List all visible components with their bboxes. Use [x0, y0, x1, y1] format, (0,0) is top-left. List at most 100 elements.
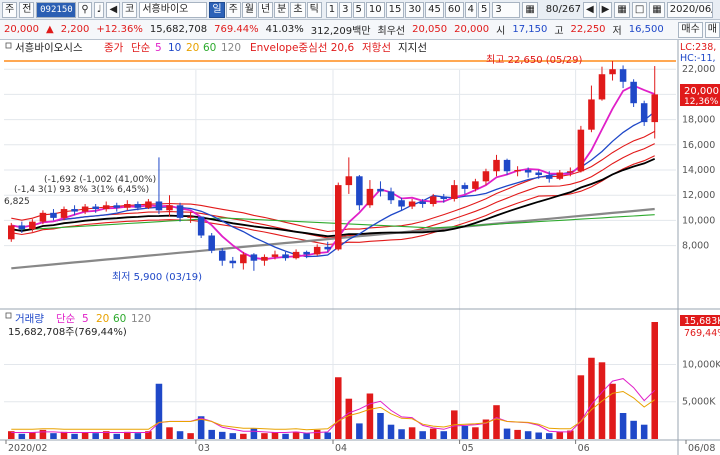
minute-tab-5[interactable]: 30 [405, 1, 425, 18]
volume-bar-31 [335, 377, 342, 439]
stock-code-input[interactable]: 092150 [36, 1, 77, 18]
volume-bar-3 [39, 429, 47, 439]
left-annotation-1: (-1,692 (-1,002 (41,00%) [44, 175, 156, 185]
minute-tab-0[interactable]: 1 [325, 1, 339, 18]
minute-tab-6[interactable]: 45 [425, 1, 444, 18]
volume-bar-35 [377, 413, 384, 439]
left-annotation-3: 6,825 [4, 197, 30, 207]
candle-body-60 [640, 103, 648, 123]
left-annotation-2: (-1,4 3(1) 93 8% 3(1% 6,45%) [14, 185, 149, 195]
date-tick-4: 06 [578, 443, 590, 454]
candle-body-35 [377, 188, 384, 192]
minute-tab-1[interactable]: 3 [339, 1, 352, 18]
price-tick-4: 14,000 [682, 165, 715, 176]
current-price: 20,000 [4, 24, 39, 35]
minute-tab-4[interactable]: 15 [385, 1, 405, 18]
chart-type-icon[interactable]: ▦ [522, 1, 538, 18]
volume-bar-50 [535, 432, 542, 439]
candle-body-20 [218, 250, 226, 261]
candle-body-38 [408, 201, 416, 207]
last-volume-pct: 769,44% [684, 328, 720, 339]
period-tab-6[interactable]: 틱 [306, 1, 322, 18]
candle-body-34 [366, 188, 374, 206]
scroll-right-icon[interactable]: ▶ [598, 1, 613, 18]
stock-chart[interactable]: 서흥바이오시스 종가 단순 5 10 20 60 120 Envelope중심선… [0, 40, 720, 455]
period-tab-3[interactable]: 년 [257, 1, 274, 18]
volume-legend-ma120: 120 [131, 313, 151, 325]
price-change: 2,200 [60, 24, 90, 35]
candle-body-58 [619, 69, 627, 82]
volume-legend-ma5: 5 [82, 313, 89, 325]
price-tick-3: 16,000 [682, 140, 715, 151]
legend-price-label: 종가 [104, 42, 124, 54]
volume-legend-value: 15,682,708주(769,44%) [8, 327, 127, 338]
volume-bar-58 [619, 413, 627, 439]
candle-body-48 [514, 169, 521, 172]
candle-body-21 [229, 260, 237, 264]
view-select[interactable]: 전 [19, 1, 35, 18]
minute-tab-9[interactable]: 5 [477, 1, 491, 18]
volume-bar-1 [18, 433, 26, 439]
speaker-icon[interactable]: ♩ [93, 1, 105, 18]
price-tick-2: 18,000 [682, 115, 715, 126]
volume-bar-23 [250, 428, 258, 439]
minute-tab-7[interactable]: 60 [444, 1, 464, 18]
legend-ma5: 5 [155, 42, 162, 54]
volume-bar-30 [324, 432, 331, 439]
candle-body-31 [335, 185, 342, 250]
candle-body-53 [567, 171, 574, 173]
sell-button[interactable]: 매 [704, 21, 720, 38]
search-icon[interactable]: ⚲ [78, 1, 92, 18]
volume-legend-ma60: 60 [113, 313, 126, 325]
date-input[interactable]: 2020/06/05 [666, 1, 713, 18]
candle-body-49 [524, 169, 532, 173]
turnover: 41.03% [265, 24, 304, 35]
candle-body-52 [556, 172, 564, 179]
minute-tab-8[interactable]: 4 [464, 1, 477, 18]
candle-body-12 [134, 204, 142, 208]
period-tab-4[interactable]: 분 [274, 1, 290, 18]
save-icon[interactable]: □ [631, 1, 648, 18]
volume-legend-ma-label: 단순 [56, 313, 76, 325]
minute-tab-2[interactable]: 5 [352, 1, 365, 18]
last-change-tag-value: 12,36% [684, 97, 719, 107]
volume-bar-33 [356, 423, 363, 439]
period-tab-5[interactable]: 초 [290, 1, 306, 18]
volume-bar-8 [92, 433, 99, 439]
volume-bar-2 [29, 432, 36, 439]
candle-body-2 [29, 221, 36, 230]
candle-body-0 [8, 225, 15, 240]
candle-body-45 [482, 171, 490, 182]
candle-body-24 [261, 256, 268, 261]
high-label: 고 [554, 26, 564, 37]
candle-body-37 [398, 200, 405, 207]
candle-body-33 [356, 176, 363, 206]
candle-body-22 [240, 254, 247, 264]
period-tab-1[interactable]: 주 [225, 1, 241, 18]
period-tab-2[interactable]: 월 [241, 1, 257, 18]
grid-icon[interactable]: ▦ [614, 1, 630, 18]
candle-body-7 [81, 206, 89, 212]
volume-bar-48 [514, 429, 521, 439]
candle-body-27 [292, 251, 300, 259]
volume-bar-46 [493, 405, 500, 439]
legend-support: 지지선 [398, 42, 427, 54]
volume-bar-20 [218, 431, 226, 439]
period-tab-0[interactable]: 일 [209, 1, 225, 18]
price-tick-7: 8,000 [682, 241, 709, 252]
candle-body-18 [197, 216, 205, 236]
legend-envelope: Envelope중심선 20,6 [250, 42, 354, 54]
candle-body-8 [92, 206, 99, 210]
last-volume-tag-value: 15,683K [684, 316, 720, 327]
prev-icon[interactable]: ◀ [106, 1, 121, 18]
low-price: 16,500 [628, 24, 664, 35]
buy-button[interactable]: 매수 [678, 21, 703, 38]
scroll-left-icon[interactable]: ◀ [582, 1, 597, 18]
candle-body-55 [588, 99, 595, 130]
type-select[interactable]: 주 [2, 1, 18, 18]
count-select[interactable]: 3 [492, 1, 521, 18]
legend-ma120: 120 [221, 42, 241, 54]
candle-body-23 [250, 254, 258, 261]
minute-tab-3[interactable]: 10 [365, 1, 385, 18]
calendar-icon[interactable]: ▦ [649, 1, 665, 18]
